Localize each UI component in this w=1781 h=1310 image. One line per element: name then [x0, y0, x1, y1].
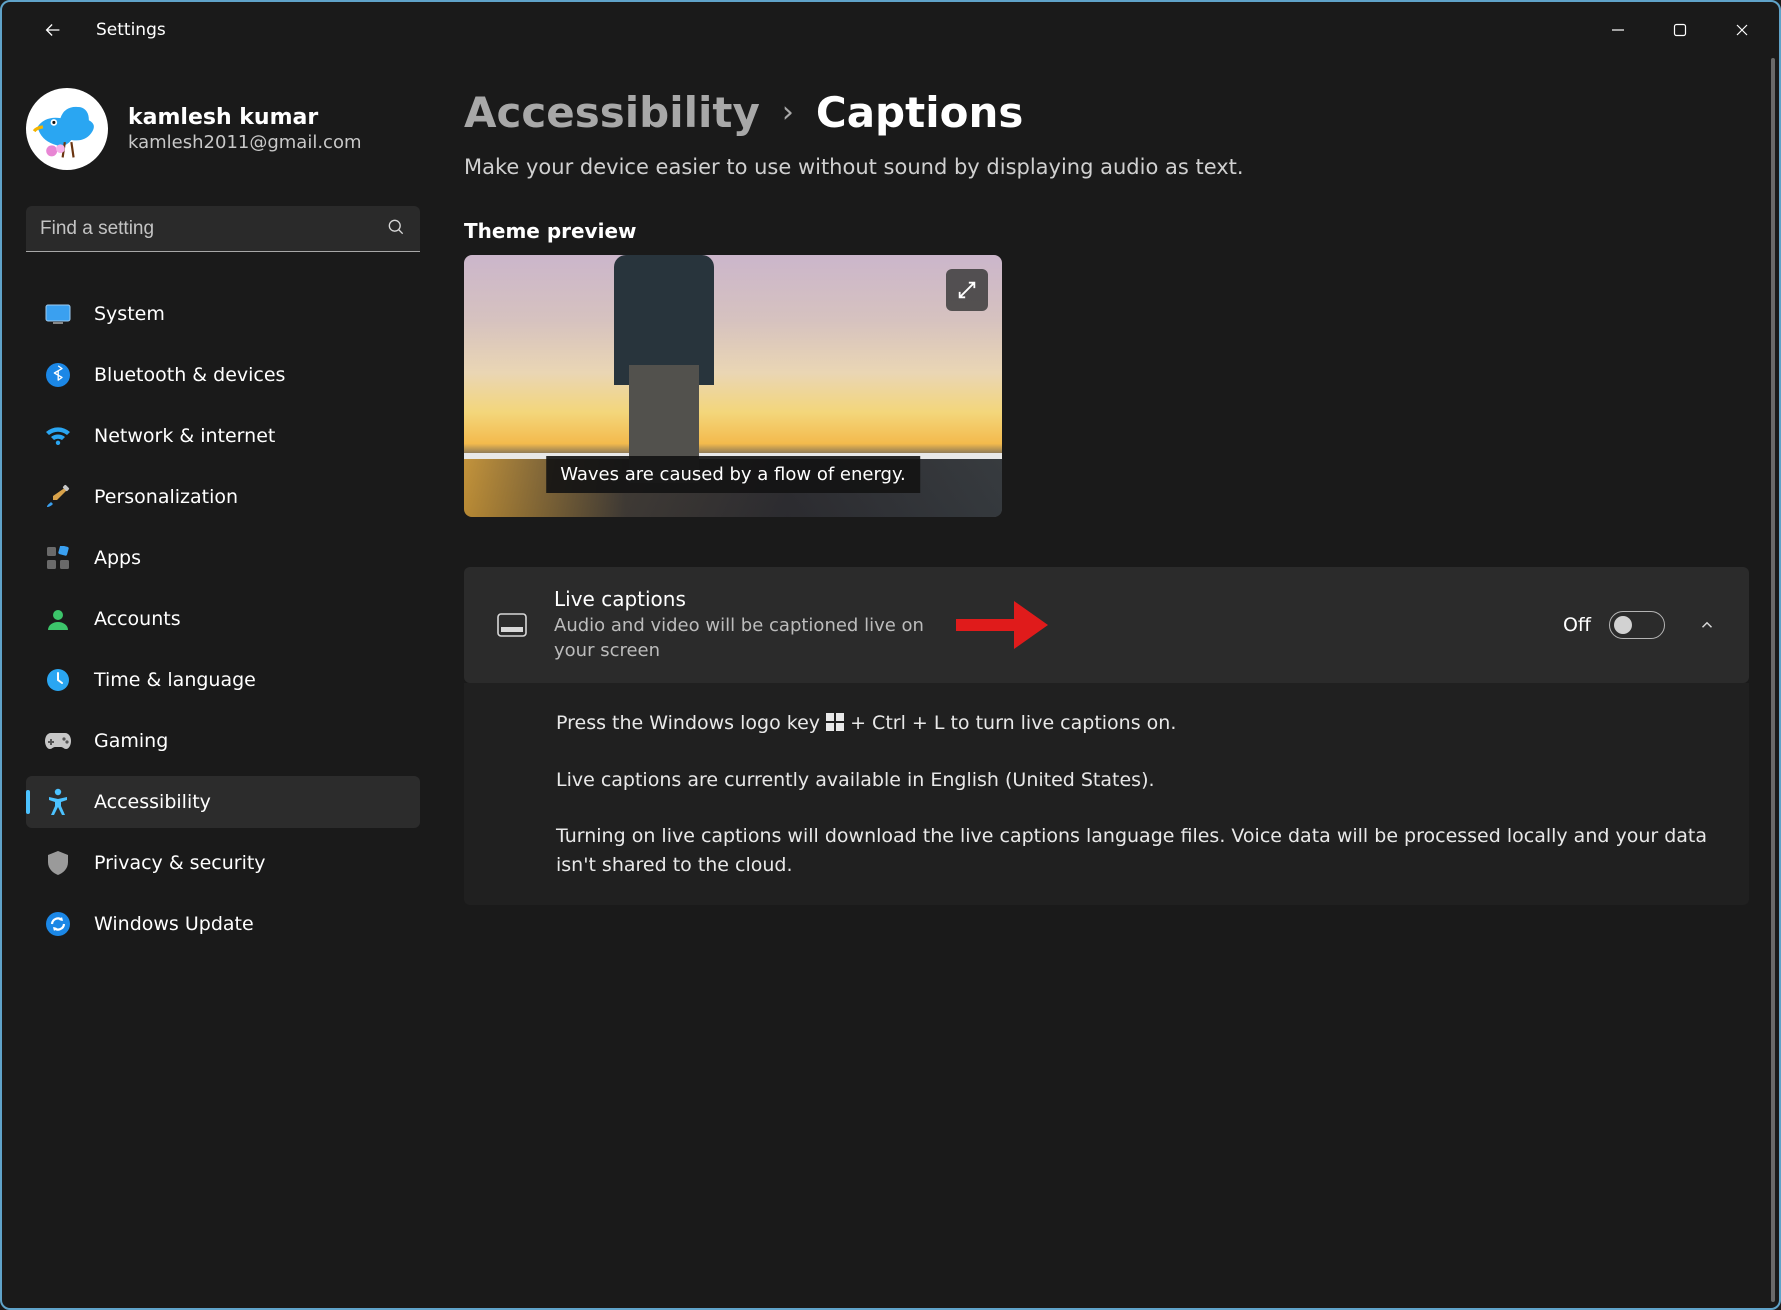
page-subtitle: Make your device easier to use without s… — [464, 155, 1749, 179]
sidebar-item-accessibility[interactable]: Accessibility — [26, 776, 420, 828]
person-icon — [44, 605, 72, 633]
window-title: Settings — [96, 20, 166, 40]
apps-icon — [44, 544, 72, 572]
bluetooth-icon — [44, 361, 72, 389]
toggle-state-label: Off — [1563, 614, 1591, 636]
gamepad-icon — [44, 727, 72, 755]
sidebar-item-label: Apps — [94, 547, 141, 569]
sidebar-item-windows-update[interactable]: Windows Update — [26, 898, 420, 950]
breadcrumb: Accessibility › Captions — [464, 88, 1749, 137]
windows-logo-icon — [826, 713, 844, 731]
minimize-button[interactable] — [1587, 7, 1649, 53]
update-icon — [44, 910, 72, 938]
info-shortcut: Press the Windows logo key + Ctrl + L to… — [556, 709, 1719, 738]
page-title: Captions — [816, 88, 1023, 137]
info-availability: Live captions are currently available in… — [556, 766, 1719, 795]
sidebar-item-label: Network & internet — [94, 425, 275, 447]
sidebar-item-label: Personalization — [94, 486, 238, 508]
theme-preview-heading: Theme preview — [464, 219, 1749, 243]
expand-button[interactable] — [946, 269, 988, 311]
scrollbar[interactable] — [1771, 58, 1775, 1302]
wifi-icon — [44, 422, 72, 450]
sidebar-item-label: Accessibility — [94, 791, 211, 813]
annotation-arrow — [954, 599, 1050, 651]
user-email: kamlesh2011@gmail.com — [128, 132, 362, 153]
shield-icon — [44, 849, 72, 877]
sidebar-item-label: Time & language — [94, 669, 256, 691]
sidebar-item-time-language[interactable]: Time & language — [26, 654, 420, 706]
paintbrush-icon — [44, 483, 72, 511]
sidebar-item-label: Bluetooth & devices — [94, 364, 285, 386]
sidebar-item-network[interactable]: Network & internet — [26, 410, 420, 462]
live-captions-toggle[interactable] — [1609, 611, 1665, 639]
sidebar-item-accounts[interactable]: Accounts — [26, 593, 420, 645]
sidebar-item-apps[interactable]: Apps — [26, 532, 420, 584]
sidebar-item-privacy[interactable]: Privacy & security — [26, 837, 420, 889]
nav-list: System Bluetooth & devices Network & int… — [26, 288, 420, 950]
setting-title: Live captions — [554, 587, 934, 611]
avatar — [26, 88, 108, 170]
sidebar-item-label: Gaming — [94, 730, 168, 752]
titlebar: Settings — [2, 2, 1779, 58]
search-box[interactable] — [26, 206, 420, 252]
live-captions-info: Press the Windows logo key + Ctrl + L to… — [464, 683, 1749, 905]
sidebar-item-label: System — [94, 303, 165, 325]
sidebar-item-personalization[interactable]: Personalization — [26, 471, 420, 523]
sidebar-item-gaming[interactable]: Gaming — [26, 715, 420, 767]
user-name: kamlesh kumar — [128, 105, 362, 130]
breadcrumb-parent[interactable]: Accessibility — [464, 88, 760, 137]
caption-sample-text: Waves are caused by a flow of energy. — [546, 456, 920, 493]
sidebar-item-label: Accounts — [94, 608, 181, 630]
sidebar-item-label: Windows Update — [94, 913, 254, 935]
chevron-right-icon: › — [782, 95, 794, 130]
close-button[interactable] — [1711, 7, 1773, 53]
sidebar-item-label: Privacy & security — [94, 852, 266, 874]
sidebar-item-bluetooth[interactable]: Bluetooth & devices — [26, 349, 420, 401]
theme-preview[interactable]: Waves are caused by a flow of energy. — [464, 255, 1002, 517]
monitor-icon — [44, 300, 72, 328]
chevron-up-icon[interactable] — [1695, 613, 1719, 637]
accessibility-icon — [44, 788, 72, 816]
content-area: Accessibility › Captions Make your devic… — [430, 58, 1779, 1308]
info-privacy: Turning on live captions will download t… — [556, 822, 1719, 879]
clock-globe-icon — [44, 666, 72, 694]
back-button[interactable] — [38, 15, 68, 45]
sidebar: kamlesh kumar kamlesh2011@gmail.com Syst… — [2, 58, 430, 1308]
window-controls — [1587, 7, 1773, 53]
maximize-button[interactable] — [1649, 7, 1711, 53]
search-input[interactable] — [40, 218, 386, 240]
setting-description: Audio and video will be captioned live o… — [554, 613, 934, 663]
live-captions-setting[interactable]: Live captions Audio and video will be ca… — [464, 567, 1749, 683]
sidebar-item-system[interactable]: System — [26, 288, 420, 340]
captions-icon — [496, 609, 528, 641]
user-block[interactable]: kamlesh kumar kamlesh2011@gmail.com — [26, 88, 420, 170]
search-icon — [386, 217, 406, 241]
